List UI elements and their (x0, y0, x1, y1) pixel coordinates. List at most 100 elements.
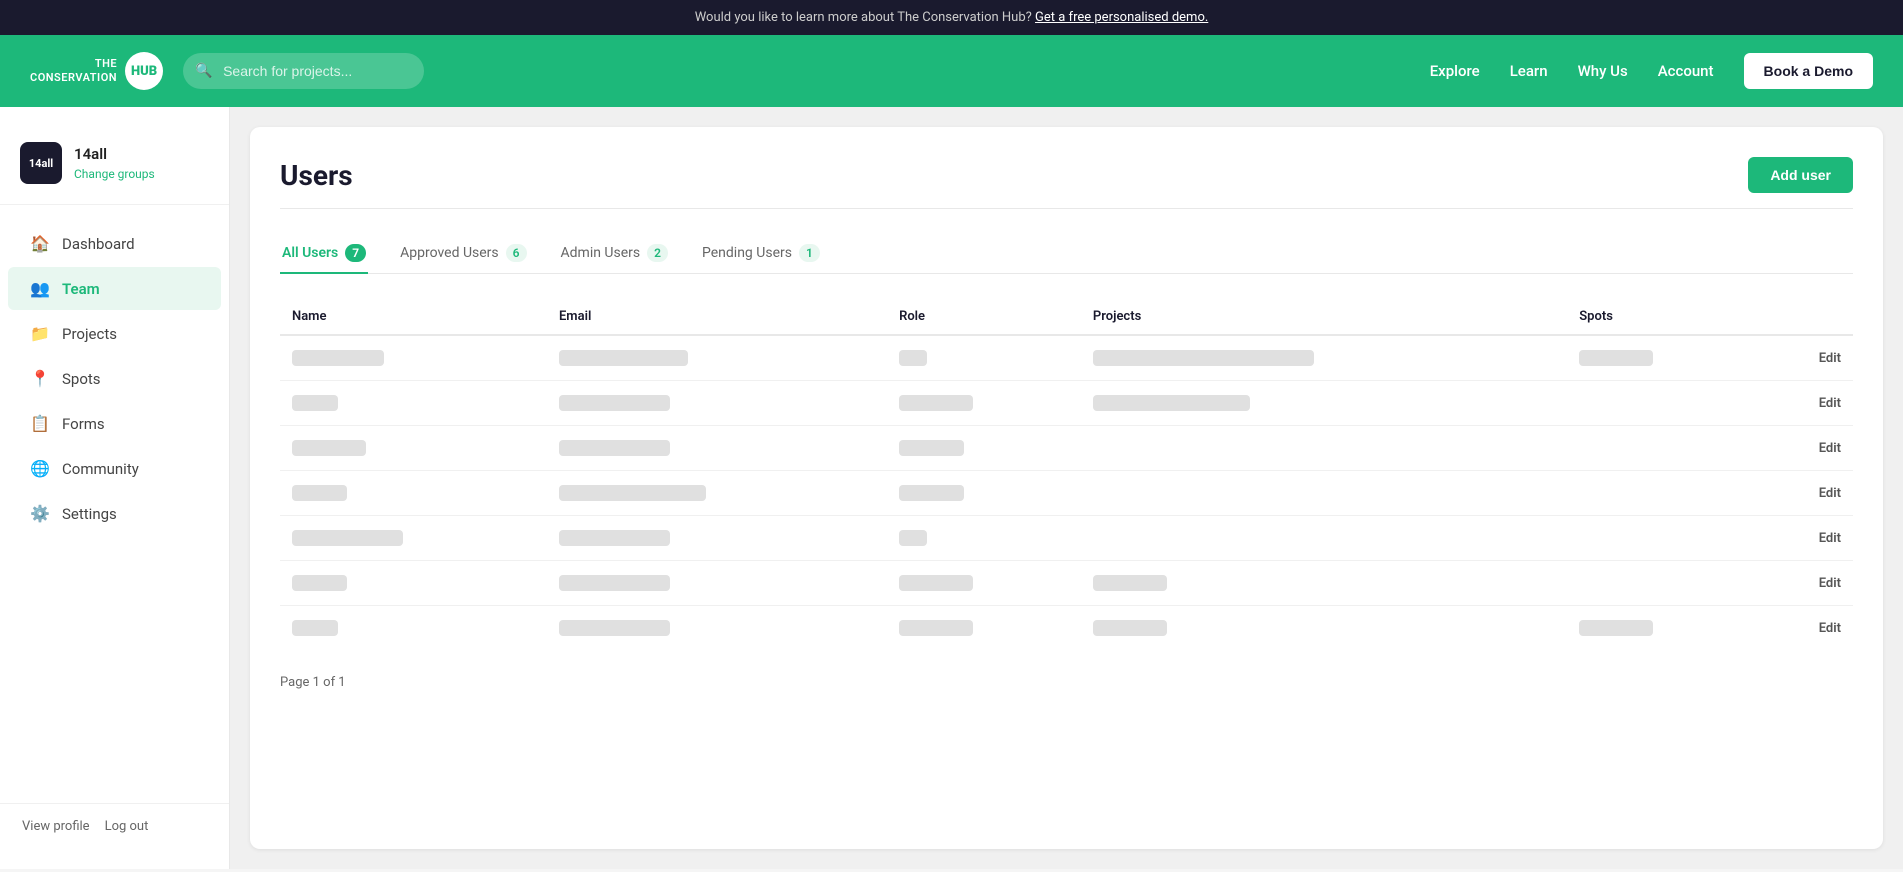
forms-icon: 📋 (30, 414, 50, 433)
tab-label-admin: Admin Users (561, 245, 641, 261)
search-input[interactable] (183, 53, 424, 89)
edit-user-link[interactable]: Edit (1761, 381, 1853, 426)
tabs: All Users 7 Approved Users 6 Admin Users 2… (280, 234, 1853, 274)
cell-name: █████ (280, 381, 547, 426)
blurred-spots: ████████ (1579, 350, 1653, 366)
nav-account[interactable]: Account (1658, 62, 1714, 80)
cell-projects (1081, 471, 1567, 516)
blurred-spots: ████████ (1579, 620, 1653, 636)
sidebar-label-forms: Forms (62, 415, 105, 433)
sidebar-item-community[interactable]: 🌐 Community (8, 447, 221, 490)
blurred-projects: ████████ (1093, 575, 1167, 591)
logo-line1: THE (95, 57, 117, 71)
blurred-name: ██████████ (292, 350, 384, 366)
nav: Explore Learn Why Us Account Book a Demo (1430, 53, 1873, 89)
sidebar-label-spots: Spots (62, 370, 101, 388)
logo: THE CONSERVATION HUB (30, 52, 163, 90)
add-user-button[interactable]: Add user (1748, 157, 1853, 193)
edit-user-link[interactable]: Edit (1761, 561, 1853, 606)
sidebar-label-settings: Settings (62, 505, 117, 523)
sidebar-item-spots[interactable]: 📍 Spots (8, 357, 221, 400)
blurred-email: ████████████ (559, 620, 670, 636)
nav-learn[interactable]: Learn (1510, 62, 1548, 80)
blurred-role: ███ (899, 350, 927, 366)
projects-icon: 📁 (30, 324, 50, 343)
cell-name: ██████ (280, 471, 547, 516)
org-section: 14all 14all Change groups (0, 127, 229, 205)
tab-admin[interactable]: Admin Users 2 (559, 234, 670, 274)
main-layout: 14all 14all Change groups 🏠 Dashboard 👥 … (0, 107, 1903, 869)
col-header- (1761, 299, 1853, 335)
tab-badge-approved: 6 (506, 244, 527, 262)
sidebar-item-forms[interactable]: 📋 Forms (8, 402, 221, 445)
community-icon: 🌐 (30, 459, 50, 478)
cell-spots (1567, 516, 1761, 561)
cell-projects: █████████████████ (1081, 381, 1567, 426)
cell-name: ██████ (280, 561, 547, 606)
cell-role: ████████ (887, 561, 1081, 606)
users-table: NameEmailRoleProjectsSpots █████████████… (280, 299, 1853, 650)
cell-email: ████████████████ (547, 471, 887, 516)
blurred-role: ███████ (899, 485, 963, 501)
change-groups-link[interactable]: Change groups (74, 167, 155, 181)
table-row: ████████████████████████████████████████… (280, 381, 1853, 426)
org-name: 14all (74, 145, 155, 163)
logo-hub: HUB (125, 52, 163, 90)
edit-user-link[interactable]: Edit (1761, 335, 1853, 381)
blurred-name: █████ (292, 395, 338, 411)
tab-badge-pending: 1 (799, 244, 820, 262)
cell-email: ████████████ (547, 561, 887, 606)
header: THE CONSERVATION HUB Explore Learn Why U… (0, 35, 1903, 107)
tab-approved[interactable]: Approved Users 6 (398, 234, 528, 274)
page-title: Users (280, 159, 353, 192)
edit-user-link[interactable]: Edit (1761, 471, 1853, 516)
cell-role: ███ (887, 335, 1081, 381)
col-header-spots: Spots (1567, 299, 1761, 335)
cell-email: ████████████ (547, 606, 887, 651)
tab-badge-all: 7 (345, 244, 366, 262)
table-row: ███████████████████████████Edit (280, 426, 1853, 471)
blurred-name: ████████ (292, 440, 366, 456)
blurred-email: ████████████ (559, 530, 670, 546)
settings-icon: ⚙️ (30, 504, 50, 523)
tab-label-all: All Users (282, 245, 338, 261)
book-demo-button[interactable]: Book a Demo (1744, 53, 1873, 89)
home-icon: 🏠 (30, 234, 50, 253)
top-banner: Would you like to learn more about The C… (0, 0, 1903, 35)
logo-line2: CONSERVATION (30, 71, 117, 85)
blurred-projects: ████████████████████████ (1093, 350, 1314, 366)
blurred-role: ████████ (899, 620, 973, 636)
pagination: Page 1 of 1 (280, 675, 1853, 690)
nav-why-us[interactable]: Why Us (1578, 62, 1628, 80)
cell-name: ████████ (280, 426, 547, 471)
sidebar-footer: View profile Log out (0, 803, 229, 849)
sidebar-nav: 🏠 Dashboard 👥 Team 📁 Projects 📍 Spots 📋 … (0, 215, 229, 803)
table-row: ████████████████████████████████████████… (280, 606, 1853, 651)
cell-spots (1567, 426, 1761, 471)
cell-role: ████████ (887, 606, 1081, 651)
tab-pending[interactable]: Pending Users 1 (700, 234, 822, 274)
col-header-role: Role (887, 299, 1081, 335)
log-out-link[interactable]: Log out (105, 819, 149, 834)
sidebar-label-dashboard: Dashboard (62, 235, 135, 253)
edit-user-link[interactable]: Edit (1761, 606, 1853, 651)
cell-spots (1567, 561, 1761, 606)
tab-all[interactable]: All Users 7 (280, 234, 368, 274)
edit-user-link[interactable]: Edit (1761, 516, 1853, 561)
col-header-projects: Projects (1081, 299, 1567, 335)
blurred-email: ████████████ (559, 395, 670, 411)
nav-explore[interactable]: Explore (1430, 62, 1480, 80)
table-row: ██████████████████████████████████Edit (280, 561, 1853, 606)
org-avatar: 14all (20, 142, 62, 184)
sidebar-item-settings[interactable]: ⚙️ Settings (8, 492, 221, 535)
spots-icon: 📍 (30, 369, 50, 388)
sidebar-item-dashboard[interactable]: 🏠 Dashboard (8, 222, 221, 265)
cell-name: ██████████ (280, 335, 547, 381)
col-header-name: Name (280, 299, 547, 335)
tab-badge-admin: 2 (647, 244, 668, 262)
edit-user-link[interactable]: Edit (1761, 426, 1853, 471)
banner-link[interactable]: Get a free personalised demo. (1035, 10, 1208, 25)
view-profile-link[interactable]: View profile (22, 819, 90, 834)
sidebar-item-team[interactable]: 👥 Team (8, 267, 221, 310)
sidebar-item-projects[interactable]: 📁 Projects (8, 312, 221, 355)
